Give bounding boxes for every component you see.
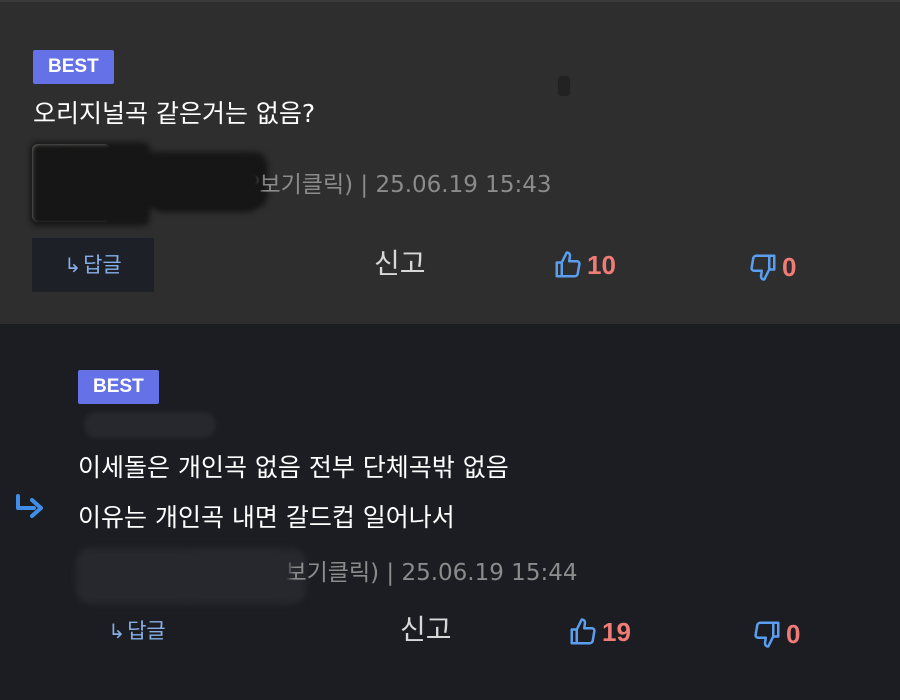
thumbs-down-icon: [748, 252, 778, 282]
downvote-count: 0: [786, 618, 801, 649]
upvote-button[interactable]: 19: [568, 612, 631, 652]
reply-button[interactable]: ↳답글: [32, 238, 154, 292]
thumbs-up-icon: [553, 250, 583, 280]
reply-arrow-icon: ↳: [108, 619, 126, 643]
report-button[interactable]: 신고: [374, 244, 426, 284]
reply-label: 답글: [83, 253, 122, 277]
thumbs-down-icon: [752, 619, 782, 649]
reply-arrow-icon: ↳: [64, 253, 82, 277]
downvote-count: 0: [782, 251, 797, 282]
upvote-count: 19: [602, 616, 631, 647]
decorative-mark: [558, 76, 570, 96]
upvote-count: 10: [587, 249, 616, 280]
redacted-nickname: [84, 412, 216, 438]
report-button[interactable]: 신고: [400, 610, 452, 650]
best-comment-1: BEST 오리지널곡 같은거는 없음? ·! (IP보기클릭) | 25.06.…: [0, 0, 900, 324]
comment-text-line-1: 이세돌은 개인곡 없음 전부 단체곡밖 없음: [78, 453, 509, 482]
best-badge: BEST: [33, 50, 114, 84]
comment-text-line-2: 이유는 개인곡 내면 갈드컵 일어나서: [78, 503, 455, 532]
redacted-nickname-extra: [150, 164, 260, 212]
reply-button[interactable]: ↳답글: [76, 604, 198, 658]
reply-label: 답글: [127, 619, 166, 643]
comment-text: 오리지널곡 같은거는 없음?: [33, 99, 316, 128]
upvote-button[interactable]: 10: [553, 245, 616, 285]
redacted-author-extra: [180, 552, 290, 596]
thumbs-up-icon: [568, 617, 598, 647]
downvote-button[interactable]: 0: [752, 614, 800, 654]
nested-reply-icon: [14, 494, 44, 524]
best-badge: BEST: [78, 370, 159, 404]
downvote-button[interactable]: 0: [748, 247, 796, 287]
best-comment-2: BEST 이세돌은 개인곡 없음 전부 단체곡밖 없음 이유는 개인곡 내면 갈…: [0, 324, 900, 700]
